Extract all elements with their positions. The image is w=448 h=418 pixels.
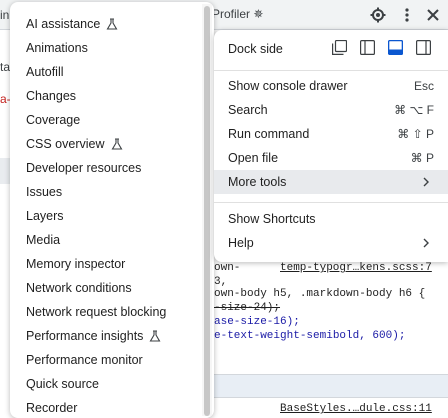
menu-item-run-command[interactable]: Run command ⌘ ⇧ P xyxy=(214,122,448,146)
menu-item-label: Run command xyxy=(228,127,310,141)
more-tools-item-label: Autofill xyxy=(26,65,64,79)
code-line: own-body h5, .markdown-body h6 { xyxy=(214,288,426,300)
more-tools-submenu: AI assistance Animations Autofill Changes Co… xyxy=(10,2,214,418)
left-fragment: ta xyxy=(0,60,11,74)
code-line: 3, xyxy=(214,276,228,288)
more-tools-item-label: Recorder xyxy=(26,401,78,415)
customize-devtools-menu: Dock side Show console drawer Esc Search… xyxy=(214,30,448,262)
more-tools-item-recorder[interactable]: Recorder xyxy=(10,396,200,418)
more-tools-item-network-request-blocking[interactable]: Network request blocking xyxy=(10,300,200,324)
more-tools-item-label: Media xyxy=(26,233,61,247)
more-tools-item-label: Network request blocking xyxy=(26,305,167,319)
menu-item-more-tools[interactable]: More tools xyxy=(214,170,448,194)
menu-divider xyxy=(214,202,448,203)
experiment-flask-icon xyxy=(111,138,122,150)
menu-item-label: Search xyxy=(228,103,268,117)
more-tools-item-coverage[interactable]: Coverage xyxy=(10,108,200,132)
more-tools-item-label: Performance insights xyxy=(26,329,144,343)
more-tools-item-label: Animations xyxy=(26,41,88,55)
code-line: -size-24); xyxy=(214,302,281,314)
more-tools-item-label: Coverage xyxy=(26,113,81,127)
dock-left-icon[interactable] xyxy=(360,40,375,55)
code-line: own- xyxy=(214,262,241,274)
menu-item-label: Show Shortcuts xyxy=(228,212,316,226)
more-tools-item-label: Network conditions xyxy=(26,281,132,295)
more-tools-item-label: Layers xyxy=(26,209,64,223)
more-tools-item-label: Issues xyxy=(26,185,63,199)
code-line: e-text-weight-semibold, 600); xyxy=(214,330,406,342)
more-tools-item-memory-inspector[interactable]: Memory inspector xyxy=(10,252,200,276)
code-line: ase-size-16); xyxy=(214,316,300,328)
dock-side-options xyxy=(332,40,431,55)
more-tools-item-label: CSS overview xyxy=(26,137,105,151)
more-tools-item-performance-monitor[interactable]: Performance monitor xyxy=(10,348,200,372)
chevron-right-icon xyxy=(423,238,429,248)
profiler-tab[interactable]: Profiler ✵ xyxy=(212,7,263,21)
more-tools-item-label: AI assistance xyxy=(26,17,101,31)
menu-item-label: Help xyxy=(228,236,254,250)
menu-item-open-file[interactable]: Open file ⌘ P xyxy=(214,146,448,170)
more-tools-item-label: Developer resources xyxy=(26,161,142,175)
more-tools-item-issues[interactable]: Issues xyxy=(10,180,200,204)
more-tools-item-animations[interactable]: Animations xyxy=(10,36,200,60)
settings-gear-icon[interactable] xyxy=(370,7,386,23)
more-tools-item-developer-resources[interactable]: Developer resources xyxy=(10,156,200,180)
more-tools-item-label: Performance monitor xyxy=(26,353,143,367)
menu-item-show-shortcuts[interactable]: Show Shortcuts xyxy=(214,207,448,231)
undock-icon[interactable] xyxy=(332,40,347,55)
menu-item-show-console-drawer[interactable]: Show console drawer Esc xyxy=(214,74,448,98)
close-icon[interactable] xyxy=(424,6,442,24)
menu-item-shortcut: ⌘ ⌥ F xyxy=(394,103,434,117)
menu-item-label: Open file xyxy=(228,151,279,165)
more-tools-item-layers[interactable]: Layers xyxy=(10,204,200,228)
source-link[interactable]: BaseStyles.…dule.css:11 xyxy=(280,403,432,415)
more-tools-item-quick-source[interactable]: Quick source xyxy=(10,372,200,396)
submenu-scrollbar[interactable] xyxy=(202,4,212,416)
menu-item-label: Show console drawer xyxy=(228,79,348,93)
more-tools-item-ai-assistance[interactable]: AI assistance xyxy=(10,12,200,36)
tab-marker-icon: ✵ xyxy=(253,7,264,21)
experiment-flask-icon xyxy=(149,330,161,342)
more-tools-item-media[interactable]: Media xyxy=(10,228,200,252)
more-tools-item-label: Memory inspector xyxy=(26,257,126,271)
scrollbar-thumb[interactable] xyxy=(204,6,210,416)
dock-bottom-icon[interactable] xyxy=(388,40,403,55)
dock-right-icon[interactable] xyxy=(416,40,431,55)
left-fragment: in xyxy=(0,8,10,22)
menu-item-shortcut: Esc xyxy=(413,79,434,93)
more-tools-item-label: Quick source xyxy=(26,377,99,391)
source-link[interactable]: temp-typogr…kens.scss:7 xyxy=(280,262,432,274)
menu-item-shortcut: ⌘ P xyxy=(410,151,434,165)
menu-item-shortcut: ⌘ ⇧ P xyxy=(397,127,434,141)
more-tools-item-network-conditions[interactable]: Network conditions xyxy=(10,276,200,300)
more-tools-item-performance-insights[interactable]: Performance insights xyxy=(10,324,200,348)
menu-item-help[interactable]: Help xyxy=(214,231,448,255)
customize-menu-icon[interactable] xyxy=(401,6,413,24)
style-section-band xyxy=(214,374,448,398)
chevron-right-icon xyxy=(423,177,429,187)
more-tools-item-autofill[interactable]: Autofill xyxy=(10,60,200,84)
more-tools-item-css-overview[interactable]: CSS overview xyxy=(10,132,200,156)
dock-side-label: Dock side xyxy=(228,42,283,56)
experiment-flask-icon xyxy=(106,18,118,30)
more-tools-item-changes[interactable]: Changes xyxy=(10,84,200,108)
menu-item-label: More tools xyxy=(228,175,287,189)
menu-item-search[interactable]: Search ⌘ ⌥ F xyxy=(214,98,448,122)
menu-divider xyxy=(214,70,448,71)
more-tools-item-label: Changes xyxy=(26,89,77,103)
